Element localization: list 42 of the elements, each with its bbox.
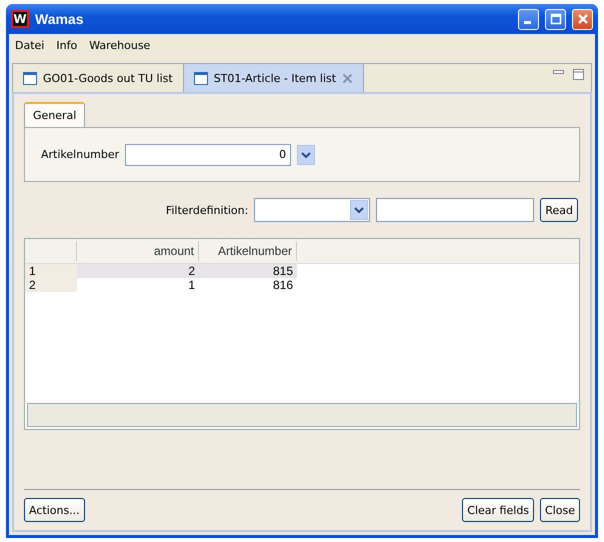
minimize-icon bbox=[524, 21, 530, 24]
minimize-icon[interactable] bbox=[553, 70, 565, 76]
field-label: Filterdefinition: bbox=[166, 204, 248, 216]
chevron-icon bbox=[354, 206, 364, 214]
window-icon bbox=[194, 72, 208, 84]
tab-label: GO01-Goods out TU list bbox=[43, 72, 173, 84]
column-header[interactable]: Artikelnumber bbox=[199, 241, 297, 261]
row-number: 2 bbox=[25, 278, 77, 292]
dropdown-button[interactable] bbox=[297, 144, 316, 164]
table-cell-text: 1 bbox=[187, 278, 196, 292]
column-header[interactable]: amount bbox=[77, 241, 199, 261]
close-button[interactable]: Close bbox=[540, 498, 580, 522]
table-row[interactable]: 1 2 815 bbox=[25, 264, 297, 278]
form-tab[interactable]: General bbox=[24, 102, 86, 127]
maximize-icon bbox=[550, 13, 562, 25]
filter-dropdown[interactable] bbox=[254, 198, 370, 222]
table-cell-text: 815 bbox=[272, 264, 294, 278]
table-row[interactable]: 2 1 816 bbox=[25, 278, 297, 292]
menu-item[interactable]: Datei bbox=[15, 39, 44, 52]
window-title: Wamas bbox=[35, 11, 84, 27]
maximize-icon[interactable] bbox=[573, 69, 585, 81]
chevron-icon bbox=[301, 150, 312, 158]
table-cell-text: 2 bbox=[187, 264, 196, 278]
window-icon bbox=[23, 72, 37, 84]
filter-field[interactable] bbox=[376, 198, 534, 222]
maximize-button[interactable] bbox=[545, 8, 566, 30]
editor-tab[interactable]: ST01-Article - Item list bbox=[184, 64, 364, 92]
actions-button[interactable]: Actions... bbox=[24, 498, 85, 522]
close-button[interactable] bbox=[572, 8, 593, 30]
table-cell-text: 816 bbox=[272, 278, 294, 292]
app-icon: W bbox=[11, 10, 29, 28]
tab-label: ST01-Article - Item list bbox=[214, 72, 336, 84]
clear-fields-button[interactable]: Clear fields bbox=[462, 498, 534, 522]
close-icon bbox=[576, 13, 588, 25]
read-button[interactable]: Read bbox=[540, 198, 578, 222]
menu-item[interactable]: Warehouse bbox=[89, 39, 150, 52]
close-icon[interactable] bbox=[342, 72, 354, 84]
artikelnumber-field[interactable]: 0 bbox=[125, 144, 292, 166]
menu-item[interactable]: Info bbox=[56, 39, 78, 52]
row-number: 1 bbox=[25, 264, 77, 278]
minimize-button[interactable] bbox=[518, 8, 539, 30]
field-label: Artikelnumber bbox=[41, 148, 120, 161]
